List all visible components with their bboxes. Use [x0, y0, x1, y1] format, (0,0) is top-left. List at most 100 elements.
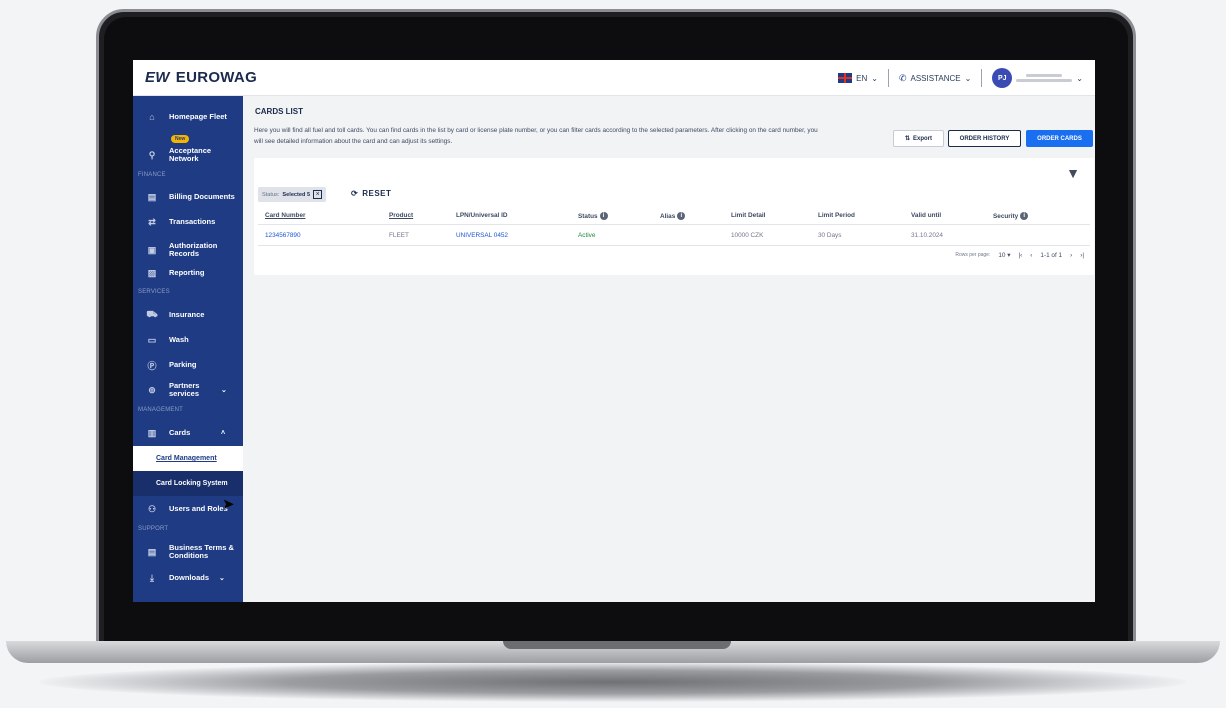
topbar-actions: EN ⌄ ✆ ASSISTANCE ⌄ PJ ⌄: [838, 67, 1083, 89]
column-header-alias[interactable]: Alias i: [660, 212, 686, 220]
uk-flag-icon: [838, 73, 853, 83]
cell-limit-period: 30 Days: [818, 232, 842, 239]
logo-mark: EW: [145, 69, 170, 86]
logo[interactable]: EW EUROWAG: [145, 69, 257, 86]
chevron-down-icon: ⌄: [964, 73, 972, 83]
section-finance: FINANCE: [138, 172, 166, 178]
refresh-icon: ⟳: [351, 189, 359, 198]
download-icon: ⤓: [150, 572, 154, 583]
wash-icon: ▭: [147, 334, 157, 345]
info-icon[interactable]: i: [1020, 212, 1029, 220]
sidebar: ⌂ Homepage Fleet New ⚲ Acceptance Networ…: [133, 96, 243, 602]
mouse-cursor-icon: ➤: [222, 496, 235, 513]
cell-limit-detail: 10000 CZK: [731, 232, 764, 239]
first-page-icon[interactable]: |‹: [1018, 252, 1022, 259]
close-icon[interactable]: ×: [313, 190, 323, 199]
sidebar-item-authorization-records[interactable]: ▣ Authorization Records: [133, 240, 243, 260]
next-page-icon[interactable]: ›: [1070, 252, 1072, 259]
sidebar-item-billing-documents[interactable]: ▤ Billing Documents: [133, 190, 243, 204]
cell-product: FLEET: [389, 232, 409, 239]
sidebar-subitem-card-locking-system[interactable]: Card Locking System: [133, 471, 243, 496]
info-icon[interactable]: i: [677, 212, 686, 220]
language-selector[interactable]: EN ⌄: [838, 73, 878, 83]
cards-icon: ▥: [147, 427, 157, 438]
map-pin-icon: ⚲: [148, 149, 156, 160]
table-divider: [258, 224, 1090, 225]
table-divider: [258, 245, 1090, 246]
last-page-icon[interactable]: ›|: [1080, 252, 1084, 259]
divider: [981, 69, 983, 87]
rows-per-page-label: Rows per page:: [955, 252, 991, 258]
column-header-card-number[interactable]: Card Number: [265, 212, 305, 219]
handshake-icon: ⊚: [148, 384, 156, 395]
top-bar: EW EUROWAG EN ⌄ ✆ ASSISTANCE ⌄ PJ ⌄: [133, 60, 1095, 96]
divider: [887, 69, 889, 87]
column-header-security[interactable]: Security i: [993, 212, 1029, 220]
users-icon: ⚇: [147, 503, 157, 514]
filter-icon[interactable]: ▼: [1066, 165, 1080, 181]
rows-per-page-select[interactable]: 10 ▾: [998, 251, 1010, 259]
home-icon: ⌂: [149, 112, 155, 122]
assistance-label: ASSISTANCE: [910, 73, 961, 83]
main-content: CARDS LIST Here you will find all fuel a…: [243, 96, 1095, 602]
page-title: CARDS LIST: [255, 107, 303, 116]
user-name-blurred: [1016, 74, 1073, 82]
chevron-down-icon: ⌄: [219, 575, 225, 582]
cards-table-panel: ▼ Status: Selected 5 × ⟳ RESET Card Numb…: [254, 158, 1094, 275]
sidebar-item-insurance[interactable]: ⛟ Insurance: [133, 308, 243, 322]
column-header-status[interactable]: Status i: [578, 212, 608, 220]
column-header-valid-until[interactable]: Valid until: [911, 212, 941, 219]
terms-icon: ▤: [147, 546, 157, 557]
cell-card-number[interactable]: 1234567890: [265, 232, 301, 239]
user-menu[interactable]: PJ ⌄: [992, 68, 1083, 88]
section-support: SUPPORT: [138, 526, 169, 532]
section-management: MANAGEMENT: [138, 407, 184, 413]
document-icon: ▤: [147, 191, 157, 202]
column-header-product[interactable]: Product: [389, 212, 413, 219]
sidebar-item-parking[interactable]: Ⓟ Parking: [133, 358, 243, 372]
sidebar-item-downloads[interactable]: ⤓ Downloads ⌄: [133, 571, 243, 585]
sidebar-item-business-terms[interactable]: ▤ Business Terms & Conditions: [133, 542, 243, 562]
info-icon[interactable]: i: [599, 212, 608, 220]
sidebar-item-transactions[interactable]: ⇄ Transactions: [133, 215, 243, 229]
avatar: PJ: [992, 68, 1013, 88]
chevron-down-icon: ⌄: [871, 73, 878, 83]
order-cards-button[interactable]: ORDER CARDS: [1026, 130, 1093, 147]
car-insurance-icon: ⛟: [146, 309, 158, 319]
order-history-button[interactable]: ORDER HISTORY: [948, 130, 1021, 147]
cell-status: Active: [578, 232, 596, 239]
sidebar-item-homepage-fleet[interactable]: ⌂ Homepage Fleet: [133, 110, 243, 124]
sidebar-item-partners-services[interactable]: ⊚ Partners services ⌄: [133, 380, 243, 400]
chevron-down-icon: ⌄: [1076, 73, 1083, 83]
chevron-up-icon: ˄: [221, 429, 226, 437]
status-filter-chip[interactable]: Status: Selected 5 ×: [258, 187, 327, 202]
parking-icon: Ⓟ: [147, 360, 157, 371]
page-description: Here you will find all fuel and toll car…: [254, 127, 818, 145]
column-header-limit-period[interactable]: Limit Period: [818, 212, 855, 219]
chevron-down-icon: ⌄: [221, 387, 227, 394]
reset-button[interactable]: ⟳ RESET: [351, 189, 391, 198]
sidebar-item-acceptance-network[interactable]: New ⚲ Acceptance Network: [133, 135, 243, 166]
sidebar-item-cards[interactable]: ▥ Cards ˄: [133, 426, 243, 440]
logo-text: EUROWAG: [175, 69, 258, 86]
page-range: 1-1 of 1: [1040, 251, 1063, 259]
export-button[interactable]: ⇅ Export: [893, 130, 944, 147]
pagination: Rows per page: 10 ▾ |‹ ‹ 1-1 of 1 › ›|: [955, 251, 1084, 260]
column-header-lpn[interactable]: LPN/Universal ID: [456, 212, 508, 219]
laptop-notch: [503, 641, 731, 649]
language-label: EN: [856, 73, 868, 83]
cell-lpn[interactable]: UNIVERSAL 0452: [456, 232, 508, 239]
cell-valid-until: 31.10.2024: [911, 232, 943, 239]
prev-page-icon[interactable]: ‹: [1030, 252, 1032, 259]
assistance-menu[interactable]: ✆ ASSISTANCE ⌄: [899, 73, 971, 84]
laptop-base-shadow: [40, 662, 1186, 702]
sidebar-subitem-card-management[interactable]: Card Management: [133, 446, 243, 471]
new-badge: New: [171, 135, 190, 143]
sidebar-item-reporting[interactable]: ▨ Reporting: [133, 266, 243, 280]
phone-icon: ✆: [898, 72, 907, 83]
sidebar-item-wash[interactable]: ▭ Wash: [133, 333, 243, 347]
app-screen: EW EUROWAG EN ⌄ ✆ ASSISTANCE ⌄ PJ ⌄ ⌂ Ho…: [133, 60, 1095, 602]
swap-icon: ⇄: [148, 216, 156, 227]
sort-icon: ⇅: [904, 136, 910, 142]
column-header-limit-detail[interactable]: Limit Detail: [731, 212, 765, 219]
